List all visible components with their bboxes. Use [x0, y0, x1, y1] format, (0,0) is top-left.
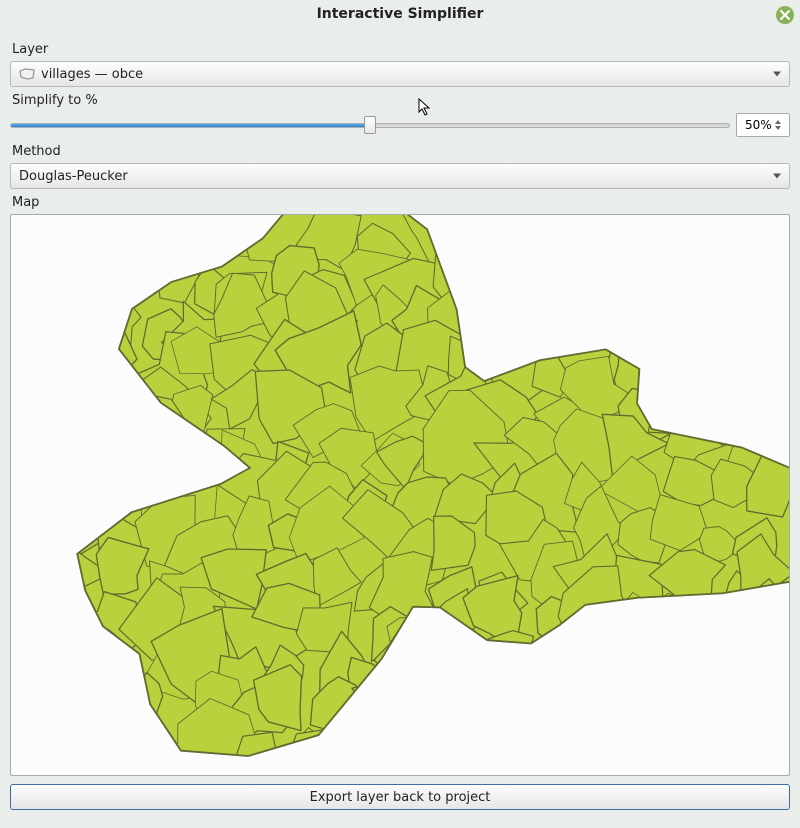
simplify-value-input[interactable] [743, 117, 773, 133]
export-button-label: Export layer back to project [310, 790, 491, 805]
close-button[interactable] [776, 6, 794, 24]
slider-thumb[interactable] [364, 116, 376, 134]
layer-combobox[interactable]: villages — obce [10, 61, 790, 87]
export-button[interactable]: Export layer back to project [10, 784, 790, 810]
method-selected-text: Douglas-Peucker [19, 169, 128, 184]
layer-label: Layer [12, 42, 790, 57]
simplify-slider[interactable] [10, 112, 730, 138]
layer-selected-text: villages — obce [41, 67, 143, 82]
chevron-down-icon [773, 72, 781, 77]
map-canvas[interactable] [10, 214, 790, 776]
window-title: Interactive Simplifier [317, 6, 484, 22]
method-combobox[interactable]: Douglas-Peucker [10, 163, 790, 189]
spin-down-icon[interactable] [775, 126, 781, 130]
close-icon [780, 10, 790, 20]
simplify-label: Simplify to % [12, 93, 790, 108]
map-label: Map [12, 195, 790, 210]
method-label: Method [12, 144, 790, 159]
simplify-spinbox[interactable] [736, 113, 790, 137]
window-titlebar: Interactive Simplifier [0, 0, 800, 28]
chevron-down-icon [773, 174, 781, 179]
spin-up-icon[interactable] [775, 120, 781, 124]
polygon-layer-icon [19, 68, 35, 80]
